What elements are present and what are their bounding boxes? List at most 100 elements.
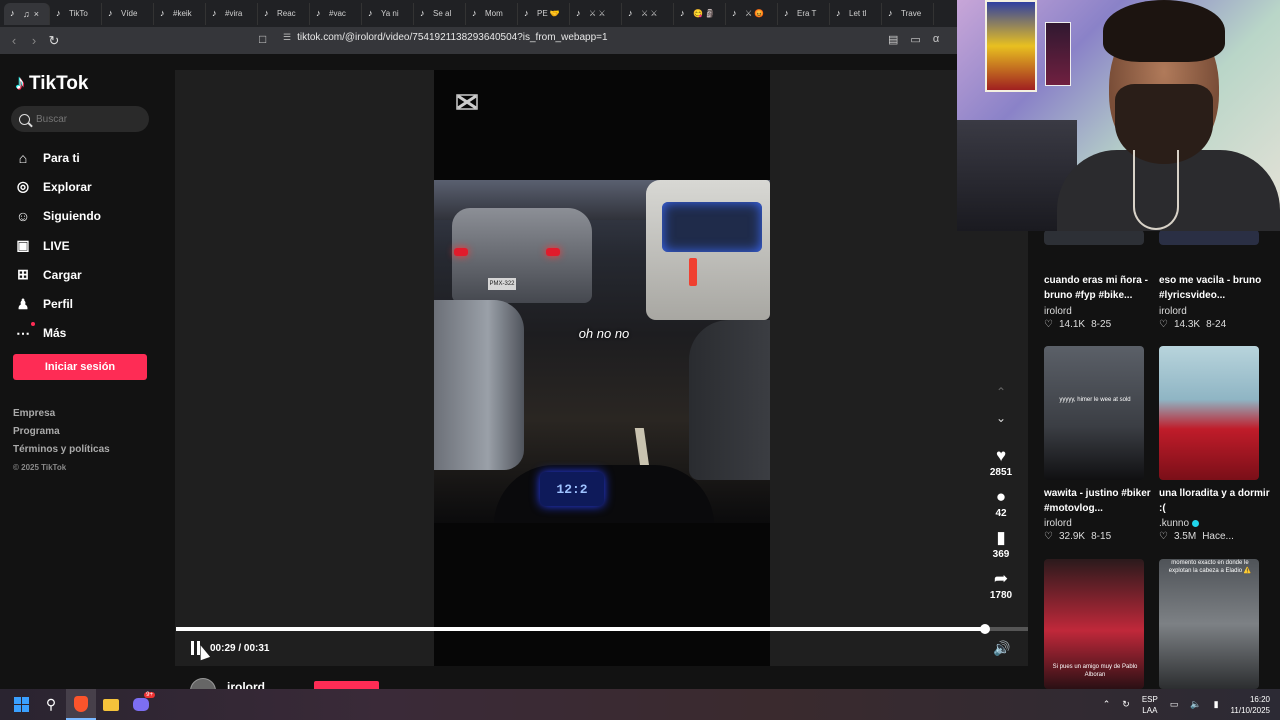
footer-link-empresa[interactable]: Empresa [13,408,110,426]
speaker-icon[interactable]: 🔈 [1190,699,1201,710]
tiktok-favicon-icon: ♪ [628,8,633,18]
tab[interactable]: ♪ 😋 🗿 [674,2,726,25]
home-icon: ⌂ [18,149,28,166]
footer-link-terminos[interactable]: Términos y políticas [13,444,110,462]
extension-icon[interactable]: ▤ [888,33,898,46]
chevron-down-icon[interactable]: ⌄ [983,411,1019,437]
upload-icon: ⊞ [17,266,29,283]
sidebar-item-siguiendo[interactable]: ☺ Siguiendo [15,202,101,231]
tab[interactable]: ♪ #keik [154,2,206,25]
share-button[interactable]: ➦ 1780 [983,568,1019,601]
tiktok-favicon-icon: ♪ [576,8,581,18]
tab[interactable]: ♪ Se al [414,2,466,25]
save-button[interactable]: ▮ 369 [983,527,1019,560]
tab-audio-icon[interactable]: ♫ [23,9,30,19]
tab[interactable]: ♪ Let tl [830,2,882,25]
follow-button[interactable] [314,681,379,689]
related-title[interactable]: wawita - justino #biker #motovlog... [1044,486,1156,516]
cast-icon[interactable]: ▭ [910,33,920,46]
tab-close-icon[interactable]: × [34,9,39,19]
forward-icon[interactable]: › [24,33,44,48]
heart-icon: ♥ [995,446,1007,465]
back-icon[interactable]: ‹ [4,33,24,48]
tab-active[interactable]: ♪ ♫ × [4,2,50,25]
reload-icon[interactable]: ↻ [44,33,64,49]
tiktok-favicon-icon: ♪ [108,8,113,18]
taskbar-brave-button[interactable] [66,689,96,720]
tiktok-logo[interactable]: ♪ TikTok [15,72,88,95]
windows-icon [13,697,29,712]
sidebar-nav: ⌂ Para ti ◎ Explorar ☺ Siguiendo ▣ LIVE … [15,143,101,348]
author-name[interactable]: irolord [227,680,265,689]
related-thumbnail[interactable] [1159,230,1259,245]
related-author[interactable]: irolord [1044,306,1072,317]
avatar[interactable] [190,678,216,689]
monitor-icon[interactable]: ▭ [1170,699,1179,710]
url-field[interactable]: ☰ tiktok.com/@irolord/video/754192113829… [283,32,608,43]
related-author[interactable]: .kunno [1159,518,1200,529]
address-bar-actions: ▤ ▭ α [888,33,939,46]
language-indicator[interactable]: ESP LAA [1142,694,1158,716]
sidebar-item-cargar[interactable]: ⊞ Cargar [15,260,101,289]
bookmark-icon[interactable]: □ [259,32,266,46]
tab[interactable]: ♪ Reac [258,2,310,25]
sidebar-item-perfil[interactable]: ♟ Perfil [15,289,101,318]
tab[interactable]: ♪ Era T [778,2,830,25]
translate-icon[interactable]: α [933,33,939,46]
tab[interactable]: ♪ TikTo [50,2,102,25]
discord-icon: 9+ [133,692,155,711]
related-stats: ♡ 3.5M Hace... [1159,531,1234,542]
sidebar-item-mas[interactable]: ⋯ Más [15,319,101,348]
like-button[interactable]: ♥ 2851 [983,445,1019,478]
sidebar-item-live[interactable]: ▣ LIVE [15,231,101,260]
sidebar-item-label: Siguiendo [43,209,101,224]
tab[interactable]: ♪ PE 🤝 [518,2,570,25]
tab[interactable]: ♪ #vira [206,2,258,25]
clock[interactable]: 16:20 11/10/2025 [1231,694,1270,716]
taskbar-discord-button[interactable]: 9+ [126,689,156,720]
related-author[interactable]: irolord [1159,306,1187,317]
tab[interactable]: ♪ ⚔ ⚔ [622,2,674,25]
windows-taskbar: ⚲ 9+ ⌃ ↻ ESP LAA ▭ 🔈 ▮ 16:20 11/10/2025 [0,689,1280,720]
sync-icon[interactable]: ↻ [1122,699,1130,710]
sidebar-item-label: Más [43,326,67,341]
volume-icon[interactable]: 🔊 [993,640,1010,657]
related-title[interactable]: cuando eras mi ñora - bruno #fyp #bike..… [1044,273,1156,303]
related-thumbnail[interactable] [1044,230,1144,245]
related-thumbnail[interactable]: yyyyy, himer le wee at sold [1044,346,1144,480]
related-title[interactable]: una lloradita y a dormir :( [1159,486,1271,516]
tab[interactable]: ♪ ⚔ ⚔ [570,2,622,25]
tab[interactable]: ♪ ⚔ 😡 [726,2,778,25]
footer-link-programa[interactable]: Programa [13,426,110,444]
battery-icon[interactable]: ▮ [1214,699,1219,710]
heart-icon: ♡ [1159,531,1168,542]
search-box[interactable] [11,106,149,132]
start-button[interactable] [6,689,36,720]
related-thumbnail[interactable] [1159,346,1259,480]
login-button[interactable]: Iniciar sesión [13,354,147,380]
sidebar-item-para-ti[interactable]: ⌂ Para ti [15,143,101,172]
chevron-up-icon[interactable]: ⌃ [983,385,1019,411]
comment-button[interactable]: ● 42 [983,486,1019,519]
site-info-icon[interactable]: ☰ [283,32,291,43]
related-title[interactable]: eso me vacila - bruno #lyricsvideo... [1159,273,1271,303]
video-progress-bar[interactable] [176,624,1028,634]
share-count: 1780 [989,590,1013,601]
tab[interactable]: ♪ Mom [466,2,518,25]
sidebar-item-explorar[interactable]: ◎ Explorar [15,172,101,201]
thumbnail-text: yyyyy, himer le wee at sold [1059,397,1131,403]
tiktok-favicon-icon: ♪ [264,8,269,18]
capcut-watermark-icon [456,94,478,110]
search-input[interactable] [36,113,136,125]
related-author[interactable]: irolord [1044,518,1072,529]
taskbar-explorer-button[interactable] [96,689,126,720]
taskbar-search-icon[interactable]: ⚲ [36,689,66,720]
tab[interactable]: ♪ Víde [102,2,154,25]
tab[interactable]: ♪ #vac [310,2,362,25]
related-thumbnail[interactable]: momento exacto en donde le explotan la c… [1159,559,1259,689]
tab[interactable]: ♪ Ya ni [362,2,414,25]
related-thumbnail[interactable]: Si pues un amigo muy de Pablo Alboran [1044,559,1144,689]
chevron-up-icon[interactable]: ⌃ [1103,699,1111,710]
related-author-name: irolord [1044,518,1072,529]
tab[interactable]: ♪ Trave [882,2,934,25]
